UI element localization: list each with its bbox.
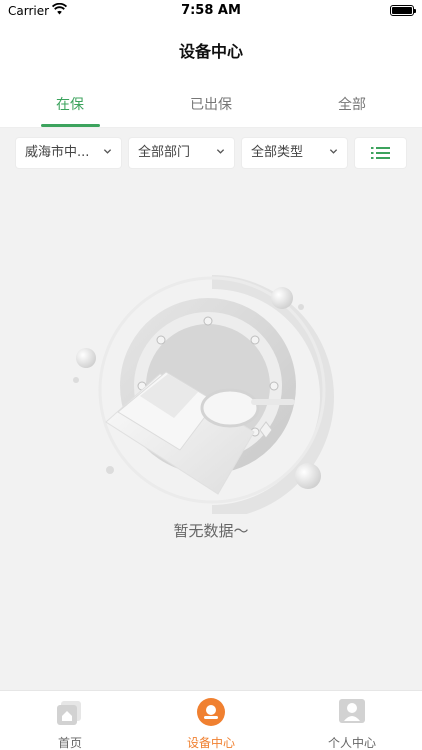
warranty-tabs: 在保 已出保 全部: [0, 76, 422, 128]
filter-bar: 威海市中... 全部部门 全部类型: [0, 128, 422, 178]
device-center-icon: [197, 698, 225, 726]
clock: 7:58 AM: [181, 3, 241, 18]
home-icon: [57, 701, 81, 725]
chevron-down-icon: [103, 149, 112, 154]
department-filter[interactable]: 全部部门: [129, 138, 234, 168]
type-filter[interactable]: 全部类型: [242, 138, 347, 168]
tabbar-item-home[interactable]: 首页: [0, 691, 140, 750]
page-title: 设备中心: [178, 42, 243, 61]
tabbar-label-device-center: 设备中心: [186, 736, 235, 750]
tabbar-label-profile: 个人中心: [327, 736, 376, 750]
nav-bar: 设备中心: [0, 22, 422, 76]
list-view-button[interactable]: [355, 138, 406, 168]
region-filter[interactable]: 威海市中...: [16, 138, 121, 168]
tabbar-item-profile[interactable]: 个人中心: [282, 691, 422, 750]
tab-in-warranty[interactable]: 在保: [0, 76, 140, 128]
list-icon: [371, 147, 390, 159]
tabbar-label-home: 首页: [57, 736, 82, 750]
empty-safe-illustration: [73, 275, 334, 514]
tab-all[interactable]: 全部: [282, 76, 422, 128]
department-filter-label: 全部部门: [138, 145, 191, 160]
tabbar-item-device-center[interactable]: 设备中心: [141, 691, 281, 750]
bottom-tab-bar: 首页 设备中心 个人中心: [0, 690, 422, 750]
profile-icon: [339, 699, 365, 723]
status-bar: Carrier 7:58 AM: [0, 0, 422, 22]
active-tab-indicator: [41, 124, 100, 127]
region-filter-label: 威海市中...: [25, 145, 90, 160]
type-filter-label: 全部类型: [251, 145, 304, 160]
chevron-down-icon: [329, 149, 338, 154]
chevron-down-icon: [216, 149, 225, 154]
tab-out-of-warranty[interactable]: 已出保: [141, 76, 281, 128]
empty-state-message: 暂无数据～: [173, 522, 249, 540]
battery-icon: [390, 5, 416, 16]
